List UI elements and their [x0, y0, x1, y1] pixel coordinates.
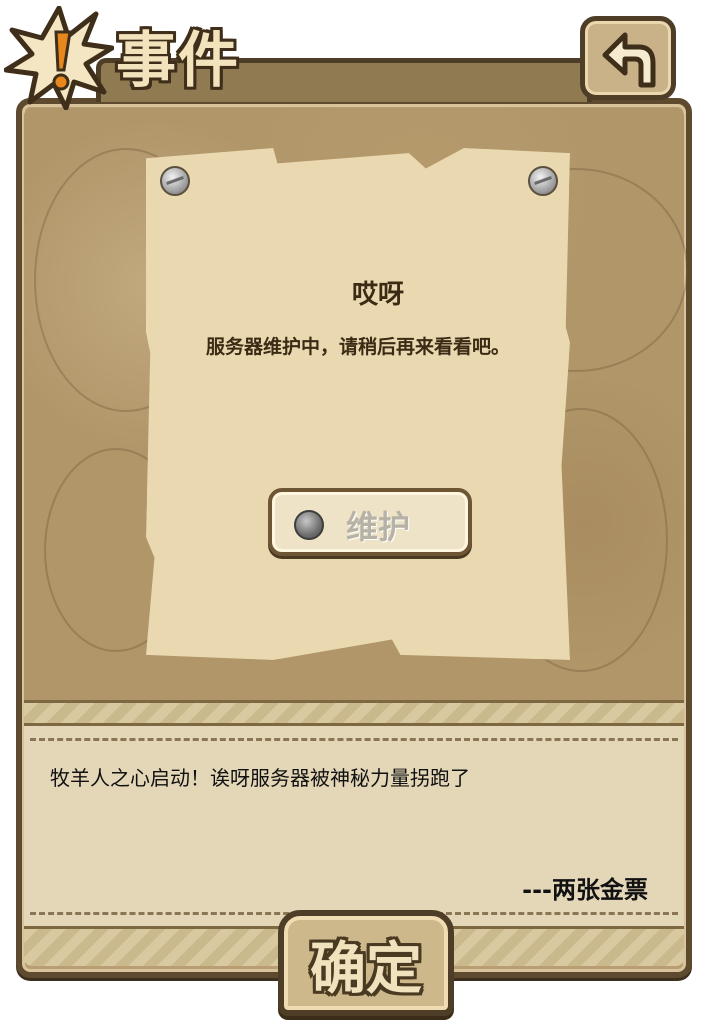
nail-icon	[528, 166, 558, 196]
nail-icon	[160, 166, 190, 196]
exclamation-burst-icon	[4, 6, 114, 110]
back-arrow-icon	[602, 32, 656, 88]
event-reward: ---两张金票	[522, 876, 648, 904]
back-button[interactable]	[580, 16, 676, 100]
confirm-button[interactable]: 确定	[278, 910, 454, 1016]
gray-dot-icon	[294, 510, 324, 540]
notice-title: 哎呀	[351, 280, 404, 310]
notice-paper	[146, 148, 570, 660]
confirm-label: 确定	[310, 936, 422, 1002]
notice-message: 服务器维护中，请稍后再来看看吧。	[205, 336, 510, 358]
maintenance-status-label: 维护	[346, 508, 411, 546]
maintenance-status-button[interactable]: 维护	[268, 488, 472, 556]
divider-strip	[24, 700, 684, 726]
page-title: 事件	[116, 26, 240, 96]
dashed-divider	[30, 738, 678, 741]
event-description: 牧羊人之心启动！诶呀服务器被神秘力量拐跑了	[50, 766, 470, 790]
